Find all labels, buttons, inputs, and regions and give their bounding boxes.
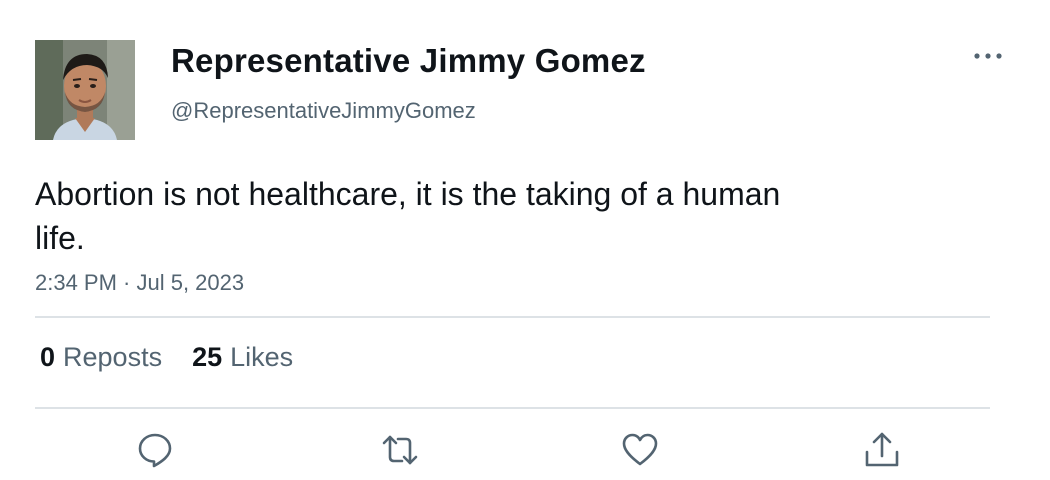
reposts-label: Reposts (63, 342, 163, 372)
display-name[interactable]: Representative Jimmy Gomez (171, 42, 646, 80)
user-handle[interactable]: @RepresentativeJimmyGomez (171, 98, 476, 124)
profile-photo-icon (35, 40, 135, 140)
repost-button[interactable] (380, 430, 420, 470)
likes-label: Likes (230, 342, 294, 372)
share-icon (865, 432, 899, 467)
more-options-button[interactable] (972, 44, 1004, 68)
share-button[interactable] (862, 430, 902, 470)
repost-icon (382, 435, 418, 465)
divider (35, 316, 990, 318)
like-icon (622, 433, 658, 466)
divider (35, 407, 990, 409)
tweet-text: Abortion is not healthcare, it is the ta… (35, 176, 781, 256)
tweet-timestamp[interactable]: 2:34 PM · Jul 5, 2023 (35, 270, 244, 296)
avatar[interactable] (35, 40, 135, 140)
reply-icon (138, 433, 172, 468)
like-button[interactable] (620, 430, 660, 470)
engagement-stats: 0 Reposts 25 Likes (40, 342, 293, 373)
reposts-count: 0 (40, 342, 56, 372)
reply-button[interactable] (135, 430, 175, 470)
reposts-stat[interactable]: 0 Reposts (40, 342, 162, 373)
more-icon (974, 53, 1002, 59)
likes-stat[interactable]: 25 Likes (192, 342, 293, 373)
likes-count: 25 (192, 342, 223, 372)
